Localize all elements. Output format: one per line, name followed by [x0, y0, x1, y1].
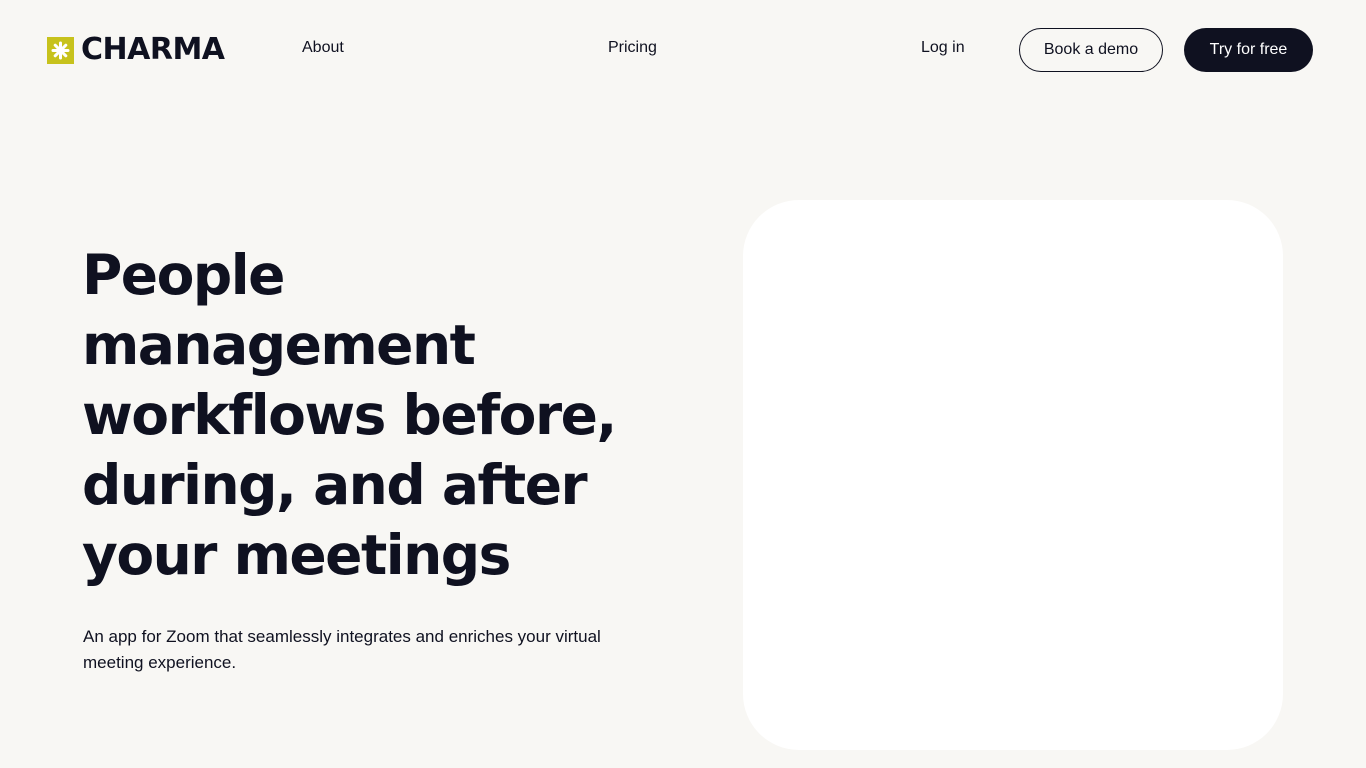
- hero-title-line: your meetings: [82, 523, 511, 587]
- hero-title-line: during, and after: [82, 453, 588, 517]
- hero-subtitle: An app for Zoom that seamlessly integrat…: [83, 627, 601, 672]
- try-for-free-button[interactable]: Try for free: [1184, 28, 1313, 72]
- hero-title-line: People: [82, 243, 285, 307]
- hero-media-card: [743, 200, 1283, 750]
- asterisk-logo-icon: [47, 36, 74, 64]
- logo-wordmark: CHARMA: [81, 32, 225, 67]
- charma-logo-link[interactable]: CHARMA: [47, 34, 225, 66]
- landing-page: CHARMA About Pricing Log in Book a demo …: [0, 0, 1366, 768]
- book-demo-button[interactable]: Book a demo: [1019, 28, 1163, 72]
- hero-title-line: workflows before,: [82, 383, 617, 447]
- login-link[interactable]: Log in: [921, 38, 965, 58]
- nav-about-link[interactable]: About: [302, 38, 344, 58]
- nav-pricing-link[interactable]: Pricing: [608, 38, 657, 58]
- hero-title-line: management: [82, 313, 476, 377]
- hero-title: People management workflows before, duri…: [82, 240, 682, 590]
